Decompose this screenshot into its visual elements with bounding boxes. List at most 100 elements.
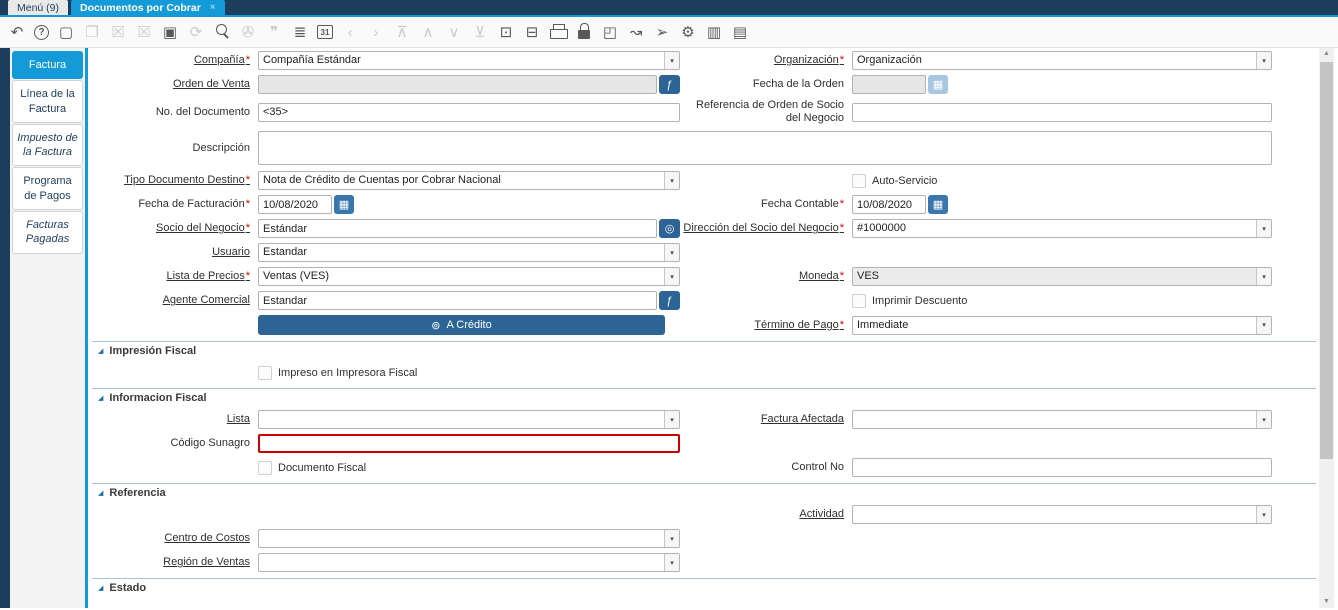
lista-combo[interactable]: ▾ (258, 410, 680, 430)
chevron-down-icon[interactable]: ▾ (1256, 220, 1271, 238)
archive-icon[interactable]: ⊟ (523, 22, 541, 42)
scroll-up-icon[interactable]: ▲ (1319, 48, 1334, 60)
save-icon[interactable]: ▣ (161, 22, 179, 42)
chevron-down-icon[interactable]: ▾ (664, 554, 679, 572)
agente-lookup-button[interactable]: ƒ (659, 291, 680, 311)
new-record-icon[interactable]: ▢ (57, 22, 75, 42)
vertical-scrollbar[interactable]: ▲ ▼ (1316, 48, 1338, 608)
orden-venta-lookup-button[interactable]: ƒ (659, 75, 680, 94)
product-info-icon[interactable]: ▥ (705, 22, 723, 42)
a-credito-button[interactable]: ⊚ A Crédito (258, 315, 665, 336)
grid-toggle-icon[interactable]: ≣ (291, 22, 309, 42)
send-icon[interactable]: ➢ (653, 22, 671, 42)
centro-costos-combo[interactable]: ▾ (258, 529, 680, 549)
section-impresion-fiscal[interactable]: ◢ Impresión Fiscal (92, 341, 1316, 359)
socio-record-button[interactable]: ◎ (659, 219, 680, 239)
sidebar-tab-factura[interactable]: Factura (12, 51, 83, 80)
region-ventas-combo[interactable]: ▾ (258, 553, 680, 573)
section-impresion-fiscal-title: Impresión Fiscal (109, 345, 197, 358)
compania-combo[interactable]: Compañía Estándar ▾ (258, 51, 680, 70)
sidebar-tab-label: Facturas Pagadas (25, 219, 70, 246)
chevron-down-icon[interactable]: ▾ (1256, 411, 1271, 429)
section-estado-title: Estado (109, 582, 147, 595)
descripcion-textarea[interactable] (258, 131, 1272, 166)
fecha-contable-calendar-icon[interactable]: ▦ (928, 195, 948, 215)
control-no-input[interactable] (852, 458, 1272, 478)
descripcion-label: Descripción (192, 141, 250, 154)
termino-pago-combo[interactable]: Immediate ▾ (852, 315, 1272, 335)
lista-precios-combo[interactable]: Ventas (VES) ▾ (258, 267, 680, 287)
tipo-documento-combo[interactable]: Nota de Crédito de Cuentas por Cobrar Na… (258, 171, 680, 191)
undo-icon[interactable]: ↶ (8, 22, 26, 42)
workflow-icon[interactable]: ↝ (627, 22, 645, 42)
fecha-contable-input[interactable] (852, 195, 926, 215)
chevron-down-icon[interactable]: ▾ (664, 244, 679, 262)
scrollbar-track[interactable] (1319, 60, 1334, 596)
preferences-icon[interactable]: ⚙ (679, 22, 697, 42)
socio-input[interactable] (258, 219, 657, 239)
sidebar-tab-facturas-pagadas[interactable]: Facturas Pagadas (12, 211, 83, 254)
auto-servicio-checkbox[interactable] (852, 173, 866, 188)
window-tab-bar: Menú (9) Documentos por Cobrar × (0, 0, 1338, 17)
agente-label: Agente Comercial (162, 294, 250, 307)
chevron-down-icon[interactable]: ▾ (664, 52, 679, 69)
collapse-icon[interactable]: ◢ (98, 394, 103, 402)
organizacion-combo[interactable]: Organización ▾ (852, 51, 1272, 70)
close-tab-icon[interactable]: × (210, 2, 216, 13)
direccion-socio-label: Dirección del Socio del Negocio (683, 222, 844, 234)
section-informacion-fiscal[interactable]: ◢ Informacion Fiscal (92, 388, 1316, 406)
chevron-down-icon[interactable]: ▾ (664, 411, 679, 429)
direccion-socio-combo[interactable]: #1000000 ▾ (852, 219, 1272, 239)
chevron-down-icon[interactable]: ▾ (1256, 52, 1271, 69)
usuario-combo[interactable]: Estandar ▾ (258, 243, 680, 263)
referencia-orden-input[interactable] (852, 102, 1272, 122)
form-icon[interactable]: ⊡ (497, 22, 515, 42)
row-impreso-fiscal: Impreso en Impresora Fiscal (92, 363, 1316, 382)
fecha-facturacion-input[interactable] (258, 195, 332, 215)
chevron-down-icon[interactable]: ▾ (664, 268, 679, 286)
collapse-icon[interactable]: ◢ (98, 489, 103, 497)
fecha-facturacion-label: Fecha de Facturación (138, 198, 250, 210)
factura-afectada-combo[interactable]: ▾ (852, 410, 1272, 430)
a-credito-label: A Crédito (446, 319, 492, 332)
collapse-icon[interactable]: ◢ (98, 347, 103, 355)
credit-icon: ⊚ (431, 319, 441, 332)
calendar-icon[interactable]: 31 (317, 25, 333, 39)
section-referencia-title: Referencia (109, 487, 166, 500)
imprimir-descuento-checkbox[interactable] (852, 293, 866, 308)
collapse-icon[interactable]: ◢ (98, 584, 103, 592)
sidebar-tab-label: Programa de Pagos (23, 175, 72, 202)
impreso-impresora-fiscal-checkbox[interactable] (258, 365, 272, 380)
help-icon[interactable]: ? (34, 24, 49, 40)
left-navy-strip (0, 48, 10, 608)
section-estado[interactable]: ◢ Estado (92, 578, 1316, 596)
fecha-facturacion-calendar-icon[interactable]: ▦ (334, 195, 354, 215)
chevron-down-icon[interactable]: ▾ (1256, 506, 1271, 524)
orden-venta-input (258, 75, 657, 94)
no-documento-input[interactable] (258, 102, 680, 122)
moneda-combo[interactable]: VES ▾ (852, 267, 1272, 287)
chevron-down-icon[interactable]: ▾ (664, 172, 679, 190)
report-icon[interactable]: ▤ (731, 22, 749, 42)
codigo-sunagro-input[interactable] (258, 434, 680, 454)
sidebar-tab-label: Factura (28, 59, 67, 71)
chevron-down-icon[interactable]: ▾ (1256, 268, 1271, 286)
sidebar-tab-l-nea-de-la-factura[interactable]: Línea de la Factura (12, 80, 83, 123)
lock-icon[interactable] (575, 22, 593, 42)
zoom-across-icon[interactable]: ◰ (601, 22, 619, 42)
section-referencia[interactable]: ◢ Referencia (92, 483, 1316, 501)
sidebar-tab-programa-de-pagos[interactable]: Programa de Pagos (12, 167, 83, 211)
agente-input[interactable] (258, 291, 657, 311)
tab-documentos-por-cobrar[interactable]: Documentos por Cobrar × (71, 0, 225, 15)
find-icon[interactable] (213, 22, 231, 42)
documento-fiscal-checkbox[interactable] (258, 460, 272, 475)
sidebar-tab-label: Línea de la Factura (20, 88, 75, 115)
sidebar-tab-impuesto-de-la-factura[interactable]: Impuesto de la Factura (12, 123, 83, 167)
scroll-down-icon[interactable]: ▼ (1319, 596, 1334, 608)
actividad-combo[interactable]: ▾ (852, 505, 1272, 525)
chevron-down-icon[interactable]: ▾ (664, 530, 679, 548)
tab-menu[interactable]: Menú (9) (8, 0, 69, 15)
scrollbar-thumb[interactable] (1320, 62, 1333, 459)
print-icon[interactable] (549, 22, 568, 42)
chevron-down-icon[interactable]: ▾ (1256, 316, 1271, 334)
